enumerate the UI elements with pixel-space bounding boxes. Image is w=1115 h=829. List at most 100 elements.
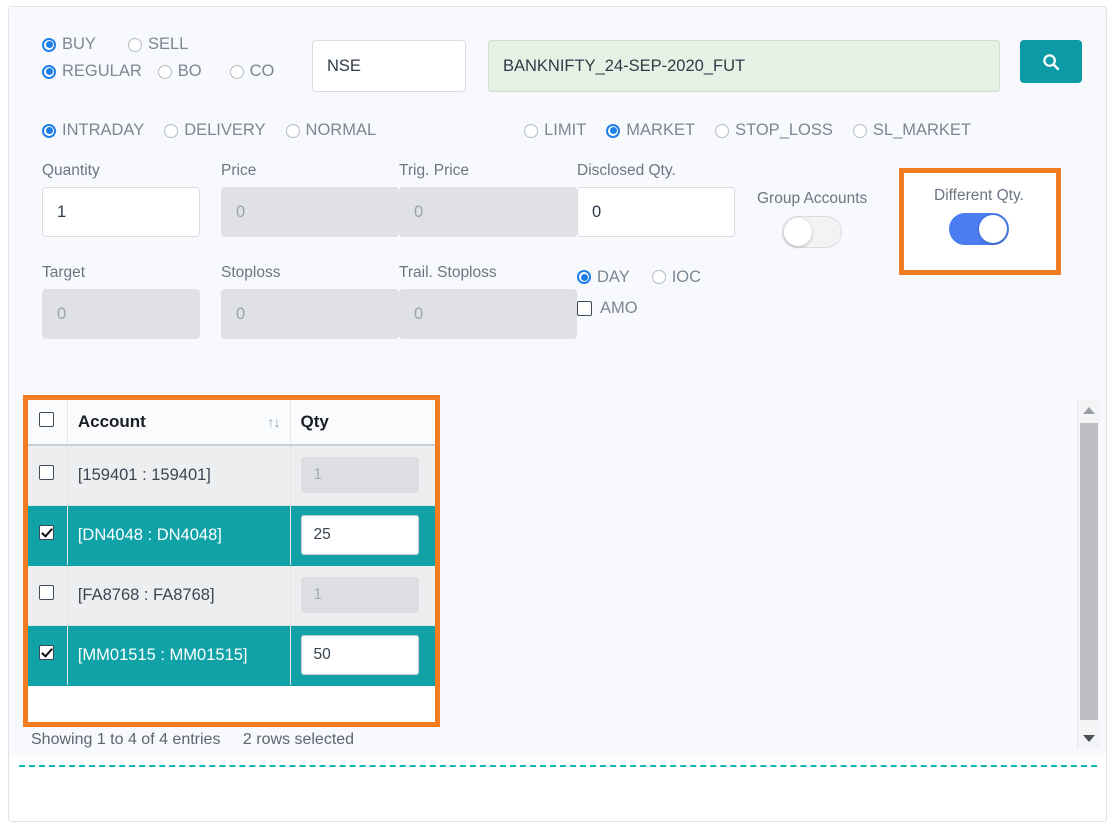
table-footer: Showing 1 to 4 of 4 entries 2 rows selec… xyxy=(31,731,354,749)
radio-dot-icon xyxy=(715,123,730,138)
radio-dot-icon xyxy=(524,123,539,138)
radio-normal[interactable]: NORMAL xyxy=(285,121,376,140)
disclosed-qty-label: Disclosed Qty. xyxy=(577,162,676,179)
different-qty-toggle-wrap: Different Qty. xyxy=(934,187,1024,250)
radio-dot-icon xyxy=(128,37,142,52)
table-row[interactable]: [DN4048 : DN4048] xyxy=(28,505,435,566)
group-accounts-toggle[interactable] xyxy=(782,216,843,248)
row-qty-cell xyxy=(290,445,435,506)
search-icon xyxy=(1043,53,1060,70)
radio-regular[interactable]: REGULAR xyxy=(42,62,142,81)
field-disclosed-qty: Disclosed Qty. xyxy=(577,162,735,237)
order-form-area: BUY SELL REGULAR BO CO NSE BANKNIFTY_24-… xyxy=(9,7,1106,756)
radio-intraday-label: INTRADAY xyxy=(62,121,145,139)
trig-price-label: Trig. Price xyxy=(399,162,470,179)
symbol-input[interactable] xyxy=(488,40,1000,92)
scroll-up-button[interactable] xyxy=(1078,399,1100,421)
table-row[interactable]: [MM01515 : MM01515] xyxy=(28,625,435,686)
vertical-scrollbar[interactable] xyxy=(1077,399,1100,749)
radio-dot-icon xyxy=(606,123,621,138)
row-account-cell: [MM01515 : MM01515] xyxy=(67,625,291,686)
scroll-down-button[interactable] xyxy=(1078,727,1100,749)
disclosed-qty-input[interactable] xyxy=(577,187,735,237)
row-checkbox[interactable] xyxy=(39,645,54,660)
trail-stoploss-input xyxy=(399,289,577,339)
radio-ioc-label: IOC xyxy=(671,267,702,286)
select-all-header xyxy=(28,400,68,446)
product-order-type-row: INTRADAY DELIVERY NORMAL LIMIT MARKET ST… xyxy=(42,117,977,144)
row-checkbox[interactable] xyxy=(39,525,54,540)
radio-co[interactable]: CO xyxy=(229,62,275,81)
quantity-label: Quantity xyxy=(42,162,100,179)
radio-dot-icon xyxy=(42,123,56,138)
search-button[interactable] xyxy=(1020,40,1082,83)
row-qty-input xyxy=(300,457,419,494)
exchange-input[interactable] xyxy=(312,40,466,92)
price-label: Price xyxy=(221,162,257,179)
row-select-cell xyxy=(28,505,68,566)
amo-label: AMO xyxy=(600,299,638,317)
qty-column-label: Qty xyxy=(300,412,329,431)
radio-market-label: MARKET xyxy=(626,121,696,139)
radio-delivery[interactable]: DELIVERY xyxy=(164,121,266,140)
field-target: Target xyxy=(42,264,200,339)
radio-ioc[interactable]: IOC xyxy=(651,267,702,287)
validity-group: DAY IOC xyxy=(577,264,707,290)
radio-dot-icon xyxy=(285,123,300,138)
field-trail-stoploss: Trail. Stoploss xyxy=(399,264,577,339)
row-qty-cell xyxy=(290,565,435,626)
row-checkbox[interactable] xyxy=(39,465,54,481)
group-accounts-toggle-wrap: Group Accounts xyxy=(757,190,867,253)
radio-dot-icon xyxy=(157,64,172,79)
order-entry-panel: BUY SELL REGULAR BO CO NSE BANKNIFTY_24-… xyxy=(8,6,1107,822)
radio-bo-label: BO xyxy=(177,62,202,80)
radio-intraday[interactable]: INTRADAY xyxy=(42,121,144,140)
radio-sell[interactable]: SELL xyxy=(128,35,188,54)
row-checkbox[interactable] xyxy=(39,585,54,600)
price-input xyxy=(221,187,399,237)
chevron-down-icon xyxy=(1083,734,1095,742)
radio-bo[interactable]: BO xyxy=(157,62,202,81)
field-quantity: Quantity xyxy=(42,162,200,237)
radio-day-label: DAY xyxy=(597,267,630,286)
account-column-header[interactable]: Account ↑↓ xyxy=(67,400,291,446)
radio-market[interactable]: MARKET xyxy=(606,121,695,140)
amo-checkbox-row[interactable]: AMO xyxy=(577,299,638,318)
quantity-input[interactable] xyxy=(42,187,200,237)
radio-sl-market[interactable]: SL_MARKET xyxy=(852,121,972,140)
row-qty-input[interactable] xyxy=(300,515,419,555)
scrollbar-thumb[interactable] xyxy=(1080,423,1098,720)
radio-buy[interactable]: BUY xyxy=(42,35,110,54)
radio-dot-icon xyxy=(852,123,867,138)
row-qty-input[interactable] xyxy=(300,635,419,675)
selected-rows-info: 2 rows selected xyxy=(242,731,355,748)
field-stoploss: Stoploss xyxy=(221,264,399,339)
radio-sl-market-label: SL_MARKET xyxy=(872,121,972,139)
radio-dot-icon xyxy=(651,270,666,284)
account-column-label: Account xyxy=(77,412,146,431)
amo-checkbox[interactable] xyxy=(577,301,592,316)
transaction-variety-group: BUY SELL REGULAR BO CO xyxy=(42,31,280,85)
table-row[interactable]: [159401 : 159401] xyxy=(28,445,435,506)
radio-day[interactable]: DAY xyxy=(577,268,630,287)
toggle-knob xyxy=(978,215,1007,243)
stoploss-input xyxy=(221,289,399,339)
select-all-checkbox[interactable] xyxy=(39,412,54,427)
toggle-knob xyxy=(784,218,813,246)
transaction-type-row: BUY SELL xyxy=(42,31,280,58)
target-label: Target xyxy=(42,264,86,281)
qty-column-header[interactable]: Qty xyxy=(290,400,435,446)
field-price: Price xyxy=(221,162,399,237)
group-accounts-label: Group Accounts xyxy=(757,190,868,207)
variety-row: REGULAR BO CO xyxy=(42,58,280,85)
radio-stop-loss[interactable]: STOP_LOSS xyxy=(715,121,833,140)
radio-co-label: CO xyxy=(249,62,275,80)
radio-dot-icon xyxy=(229,64,244,79)
different-qty-toggle[interactable] xyxy=(948,213,1009,245)
sort-icon[interactable]: ↑↓ xyxy=(268,414,281,430)
table-row[interactable]: [FA8768 : FA8768] xyxy=(28,565,435,626)
row-qty-input xyxy=(300,577,419,613)
field-trig-price: Trig. Price xyxy=(399,162,577,237)
radio-limit[interactable]: LIMIT xyxy=(524,121,586,140)
row-qty-cell xyxy=(290,625,435,686)
